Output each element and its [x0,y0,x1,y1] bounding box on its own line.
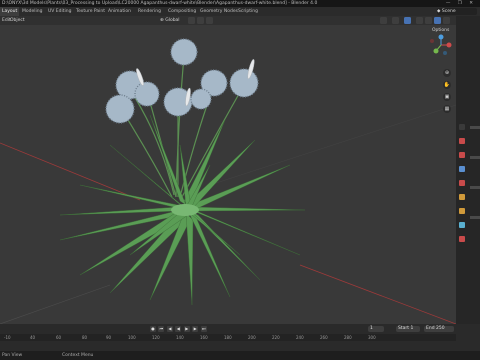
grid-icon[interactable]: ▦ [443,105,451,113]
object-properties-icon[interactable] [459,208,465,214]
scene-label: Scene [441,9,456,14]
render-properties-icon[interactable] [459,138,465,144]
start-label: Start [398,326,409,331]
visibility-icon[interactable] [380,17,387,24]
tab-texture-paint[interactable]: Texture Paint [74,7,107,16]
tab-rendering[interactable]: Rendering [136,7,163,16]
zoom-icon[interactable]: ⊕ [443,69,451,77]
jump-end-icon[interactable]: ⏭ [200,326,207,332]
tab-layout[interactable]: Layout [0,7,20,16]
wireframe-shading-icon[interactable] [425,17,432,24]
pivot-icon[interactable] [188,17,195,24]
tab-modeling[interactable]: Modeling [20,7,44,16]
proportional-edit-icon[interactable] [206,17,213,24]
ruler-tick: 90 [106,335,112,340]
snap-icon[interactable] [197,17,204,24]
prev-keyframe-icon[interactable]: ◀ [166,326,173,332]
tool-properties-icon[interactable] [459,124,465,130]
title-bar: D:\ONYX\3d Models\Plants\03_Processing t… [0,0,480,7]
object-menu[interactable]: Object [10,16,25,25]
viewport-canvas[interactable] [0,25,456,324]
grid-line [209,104,456,186]
window-controls[interactable]: — ❐ ✕ [446,0,476,7]
ruler-tick: 120 [152,335,160,340]
3d-viewport[interactable]: Options ⊕ ✋ ▣ ▦ [0,25,456,324]
scene-selector[interactable]: ◆ Scene [437,8,477,15]
tab-uv-editing[interactable]: UV Editing [46,7,73,16]
property-row [470,126,480,129]
options-dropdown[interactable]: Options [432,28,449,33]
workspace-tabs: Layout Modeling UV Editing Texture Paint… [0,7,480,16]
ruler-tick: 140 [176,335,184,340]
property-row [470,216,480,219]
ruler-tick: 300 [368,335,376,340]
gizmo-icon[interactable] [392,17,399,24]
timeline-editor: ● ⏮ ◀ ◀ ▶ ▶ ⏭ 1 Start 1 End 250 -10 40 6… [0,324,480,351]
world-properties-icon[interactable] [459,194,465,200]
camera-icon[interactable]: ▣ [443,93,451,101]
ruler-tick: 40 [30,335,36,340]
ruler-tick: 60 [56,335,62,340]
xray-icon[interactable] [416,17,423,24]
status-bar: Pan View Context Menu [0,351,480,360]
start-frame-field[interactable]: Start 1 [396,326,420,332]
x-axis-line [0,142,141,201]
material-shading-icon[interactable] [443,17,450,24]
plant-base [171,204,199,216]
end-label: End [426,326,435,331]
ruler-tick: -10 [4,335,11,340]
tab-animation[interactable]: Animation [106,7,133,16]
property-row [470,156,480,159]
ruler-tick: 100 [128,335,136,340]
view-layer-icon[interactable] [459,166,465,172]
next-keyframe-icon[interactable]: ▶ [192,326,199,332]
record-icon[interactable]: ● [150,326,156,332]
transform-orientation[interactable]: ⊕ Global [160,16,180,25]
solid-shading-icon[interactable] [434,17,441,24]
modifier-properties-icon[interactable] [459,222,465,228]
jump-start-icon[interactable]: ⏮ [158,326,165,332]
output-properties-icon[interactable] [459,152,465,158]
end-value: 250 [436,326,445,331]
material-properties-icon[interactable] [459,236,465,242]
ruler-tick: 220 [272,335,280,340]
play-icon[interactable]: ▶ [183,326,190,332]
scene-properties-icon[interactable] [459,180,465,186]
properties-panel [456,16,480,324]
viewport-header: Edit Object ⊕ Global [0,16,456,25]
start-value: 1 [410,326,414,331]
ruler-tick: 180 [224,335,232,340]
status-context-menu: Context Menu [62,353,94,358]
end-frame-field[interactable]: End 250 [424,326,454,332]
transform-label: Global [165,18,180,23]
window-title: D:\ONYX\3d Models\Plants\03_Processing t… [2,1,318,6]
ruler-tick: 240 [296,335,304,340]
tab-compositing[interactable]: Compositing [166,7,198,16]
ruler-tick: 280 [344,335,352,340]
play-reverse-icon[interactable]: ◀ [175,326,182,332]
playback-controls: ● ⏮ ◀ ◀ ▶ ▶ ⏭ [150,326,208,334]
ruler-tick: 160 [200,335,208,340]
ruler-tick: 200 [248,335,256,340]
frame-ruler[interactable]: -10 40 60 80 90 100 120 140 160 180 200 … [0,334,456,341]
x-axis-line-far [299,264,456,324]
ruler-tick: 80 [82,335,88,340]
tab-scripting[interactable]: Scripting [236,7,260,16]
overlay-icon[interactable] [404,17,411,24]
navigation-gizmo [430,34,452,55]
current-frame-field[interactable]: 1 [368,326,384,332]
property-row [470,186,480,189]
tab-geometry-nodes[interactable]: Geometry Nodes [198,7,240,16]
ruler-tick: 260 [320,335,328,340]
grid-line [0,284,111,324]
status-pan-view: Pan View [2,353,23,358]
pan-hand-icon[interactable]: ✋ [443,81,451,89]
